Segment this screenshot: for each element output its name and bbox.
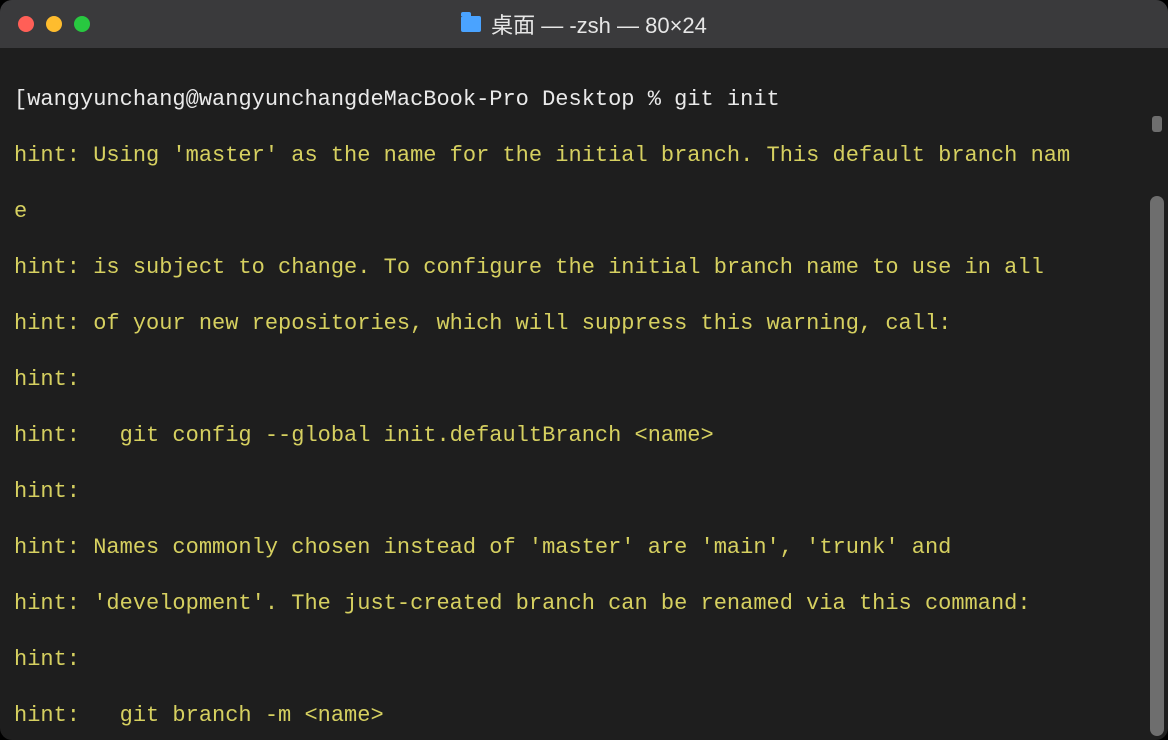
folder-icon bbox=[461, 16, 481, 32]
terminal-body[interactable]: [wangyunchang@wangyunchangdeMacBook-Pro … bbox=[0, 48, 1168, 740]
hint-line: e bbox=[14, 198, 1156, 226]
hint-line: hint: bbox=[14, 478, 1156, 506]
terminal-window: 桌面 — -zsh — 80×24 [wangyunchang@wangyunc… bbox=[0, 0, 1168, 740]
minimize-icon[interactable] bbox=[46, 16, 62, 32]
hint-line: hint: git branch -m <name> bbox=[14, 702, 1156, 730]
hint-line: hint: bbox=[14, 646, 1156, 674]
hint-line: hint: git config --global init.defaultBr… bbox=[14, 422, 1156, 450]
scroll-indicator-icon bbox=[1152, 116, 1162, 132]
command-git-init: git init bbox=[674, 87, 780, 112]
hint-line: hint: Using 'master' as the name for the… bbox=[14, 142, 1156, 170]
bracket-open: [ bbox=[14, 87, 27, 112]
hint-line: hint: bbox=[14, 366, 1156, 394]
scrollbar-thumb[interactable] bbox=[1150, 196, 1164, 736]
hint-line: hint: Names commonly chosen instead of '… bbox=[14, 534, 1156, 562]
title-center: 桌面 — -zsh — 80×24 bbox=[0, 8, 1168, 40]
hint-line: hint: 'development'. The just-created br… bbox=[14, 590, 1156, 618]
scrollbar[interactable] bbox=[1150, 56, 1164, 730]
hint-line: hint: is subject to change. To configure… bbox=[14, 254, 1156, 282]
window-controls bbox=[18, 16, 90, 32]
close-icon[interactable] bbox=[18, 16, 34, 32]
titlebar[interactable]: 桌面 — -zsh — 80×24 bbox=[0, 0, 1168, 48]
shell-prompt: wangyunchang@wangyunchangdeMacBook-Pro D… bbox=[27, 87, 674, 112]
zoom-icon[interactable] bbox=[74, 16, 90, 32]
window-title: 桌面 — -zsh — 80×24 bbox=[491, 8, 707, 40]
hint-line: hint: of your new repositories, which wi… bbox=[14, 310, 1156, 338]
